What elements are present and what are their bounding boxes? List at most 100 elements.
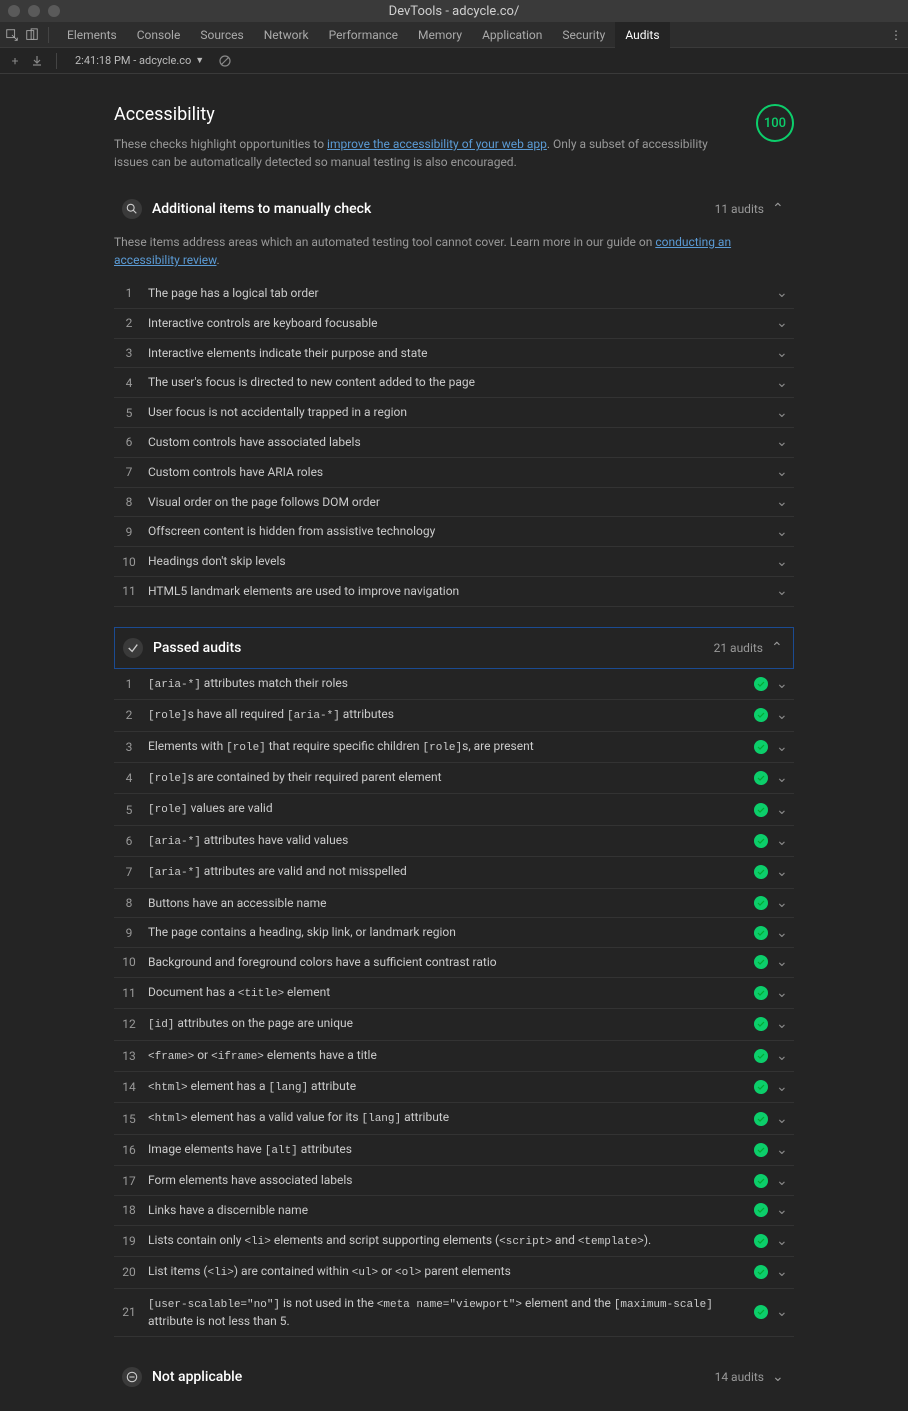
audit-index: 11 [118,584,140,598]
audit-index: 11 [118,986,140,1000]
device-toggle-icon[interactable] [24,27,40,43]
expand-chevron-icon[interactable] [776,437,790,447]
desc-text: . [216,253,219,267]
expand-chevron-icon[interactable] [776,805,790,815]
expand-chevron-icon[interactable] [776,1082,790,1092]
expand-chevron-icon[interactable] [776,288,790,298]
audit-row[interactable]: 9Offscreen content is hidden from assist… [114,517,794,547]
audit-row[interactable]: 10Headings don't skip levels [114,547,794,577]
expand-chevron-icon[interactable] [776,497,790,507]
expand-chevron-icon[interactable] [776,1114,790,1124]
audit-row[interactable]: 13<frame> or <iframe> elements have a ti… [114,1041,794,1072]
expand-chevron-icon[interactable] [776,957,790,967]
audit-row[interactable]: 18Links have a discernible name [114,1196,794,1226]
close-window-button[interactable] [8,5,20,17]
download-icon[interactable] [30,54,44,68]
expand-chevron-icon[interactable] [776,1205,790,1215]
audit-row[interactable]: 19Lists contain only <li> elements and s… [114,1226,794,1257]
section-count: 14 audits [715,1370,764,1384]
expand-chevron-icon[interactable] [776,1145,790,1155]
audit-row[interactable]: 20List items (<li>) are contained within… [114,1257,794,1288]
tab-console[interactable]: Console [127,22,191,48]
audit-row[interactable]: 4The user's focus is directed to new con… [114,368,794,398]
audit-row[interactable]: 5[role] values are valid [114,794,794,825]
audit-row[interactable]: 15<html> element has a valid value for i… [114,1103,794,1134]
expand-chevron-icon[interactable] [776,408,790,418]
tab-audits[interactable]: Audits [615,22,669,48]
minimize-window-button[interactable] [28,5,40,17]
tab-sources[interactable]: Sources [190,22,253,48]
audit-row[interactable]: 8Visual order on the page follows DOM or… [114,488,794,518]
audit-row[interactable]: 5User focus is not accidentally trapped … [114,398,794,428]
audit-row[interactable]: 11Document has a <title> element [114,978,794,1009]
main-content: Accessibility These checks highlight opp… [74,74,834,1411]
expand-chevron-icon[interactable] [776,348,790,358]
passed-audits-header[interactable]: Passed audits 21 audits [115,628,793,668]
tab-memory[interactable]: Memory [408,22,472,48]
audit-index: 7 [118,465,140,479]
audit-row[interactable]: 12[id] attributes on the page are unique [114,1009,794,1040]
audit-row[interactable]: 7Custom controls have ARIA roles [114,458,794,488]
clear-icon[interactable] [218,54,232,68]
audit-row[interactable]: 6[aria-*] attributes have valid values [114,826,794,857]
audit-row[interactable]: 1The page has a logical tab order [114,279,794,309]
improve-accessibility-link[interactable]: improve the accessibility of your web ap… [327,137,547,151]
expand-chevron-icon[interactable] [776,1051,790,1061]
audit-title: <html> element has a valid value for its… [140,1109,754,1127]
audit-row[interactable]: 11HTML5 landmark elements are used to im… [114,577,794,607]
tab-performance[interactable]: Performance [319,22,408,48]
tab-application[interactable]: Application [472,22,552,48]
expand-chevron-icon[interactable] [776,898,790,908]
kebab-menu-icon[interactable]: ⋮ [888,28,904,42]
expand-chevron-icon[interactable] [776,1236,790,1246]
not-applicable-header[interactable]: Not applicable 14 audits [114,1357,794,1397]
expand-chevron-icon[interactable] [776,867,790,877]
audit-row[interactable]: 14<html> element has a [lang] attribute [114,1072,794,1103]
audit-row[interactable]: 9The page contains a heading, skip link,… [114,918,794,948]
audit-row[interactable]: 3Interactive elements indicate their pur… [114,339,794,369]
audit-index: 8 [118,495,140,509]
expand-chevron-icon[interactable] [776,773,790,783]
audit-row[interactable]: 4[role]s are contained by their required… [114,763,794,794]
expand-chevron-icon[interactable] [776,928,790,938]
expand-chevron-icon[interactable] [776,557,790,567]
expand-chevron-icon[interactable] [776,467,790,477]
expand-chevron-icon[interactable] [776,836,790,846]
audit-run-dropdown[interactable]: 2:41:18 PM - adcycle.co ▼ [69,52,210,69]
expand-chevron-icon[interactable] [776,1176,790,1186]
expand-chevron-icon[interactable] [776,1267,790,1277]
passed-audit-list: 1[aria-*] attributes match their roles2[… [114,669,794,1337]
audit-run-label: 2:41:18 PM - adcycle.co [75,54,191,67]
expand-chevron-icon[interactable] [776,586,790,596]
audit-row[interactable]: 6Custom controls have associated labels [114,428,794,458]
audit-row[interactable]: 16Image elements have [alt] attributes [114,1135,794,1166]
maximize-window-button[interactable] [48,5,60,17]
audit-row[interactable]: 2[role]s have all required [aria-*] attr… [114,700,794,731]
audit-row[interactable]: 21[user-scalable="no"] is not used in th… [114,1289,794,1337]
expand-chevron-icon[interactable] [776,742,790,752]
audit-row[interactable]: 3Elements with [role] that require speci… [114,732,794,763]
audit-row[interactable]: 10Background and foreground colors have … [114,948,794,978]
audit-row[interactable]: 8Buttons have an accessible name [114,889,794,919]
audit-row[interactable]: 2Interactive controls are keyboard focus… [114,309,794,339]
audit-row[interactable]: 7[aria-*] attributes are valid and not m… [114,857,794,888]
tab-security[interactable]: Security [552,22,615,48]
expand-chevron-icon[interactable] [776,378,790,388]
expand-chevron-icon[interactable] [776,1019,790,1029]
audit-row[interactable]: 1[aria-*] attributes match their roles [114,669,794,700]
expand-chevron-icon[interactable] [776,318,790,328]
new-audit-icon[interactable]: + [8,54,22,68]
expand-chevron-icon[interactable] [776,1307,790,1317]
tab-elements[interactable]: Elements [57,22,127,48]
inspect-element-icon[interactable] [4,27,20,43]
manual-checks-section-header[interactable]: Additional items to manually check 11 au… [114,189,794,229]
tab-network[interactable]: Network [254,22,319,48]
audit-row[interactable]: 17Form elements have associated labels [114,1166,794,1196]
pass-status-icon [754,955,768,969]
expand-chevron-icon[interactable] [776,710,790,720]
expand-chevron-icon [772,1372,786,1382]
expand-chevron-icon[interactable] [776,988,790,998]
expand-chevron-icon[interactable] [776,679,790,689]
audit-index: 10 [118,955,140,969]
expand-chevron-icon[interactable] [776,527,790,537]
